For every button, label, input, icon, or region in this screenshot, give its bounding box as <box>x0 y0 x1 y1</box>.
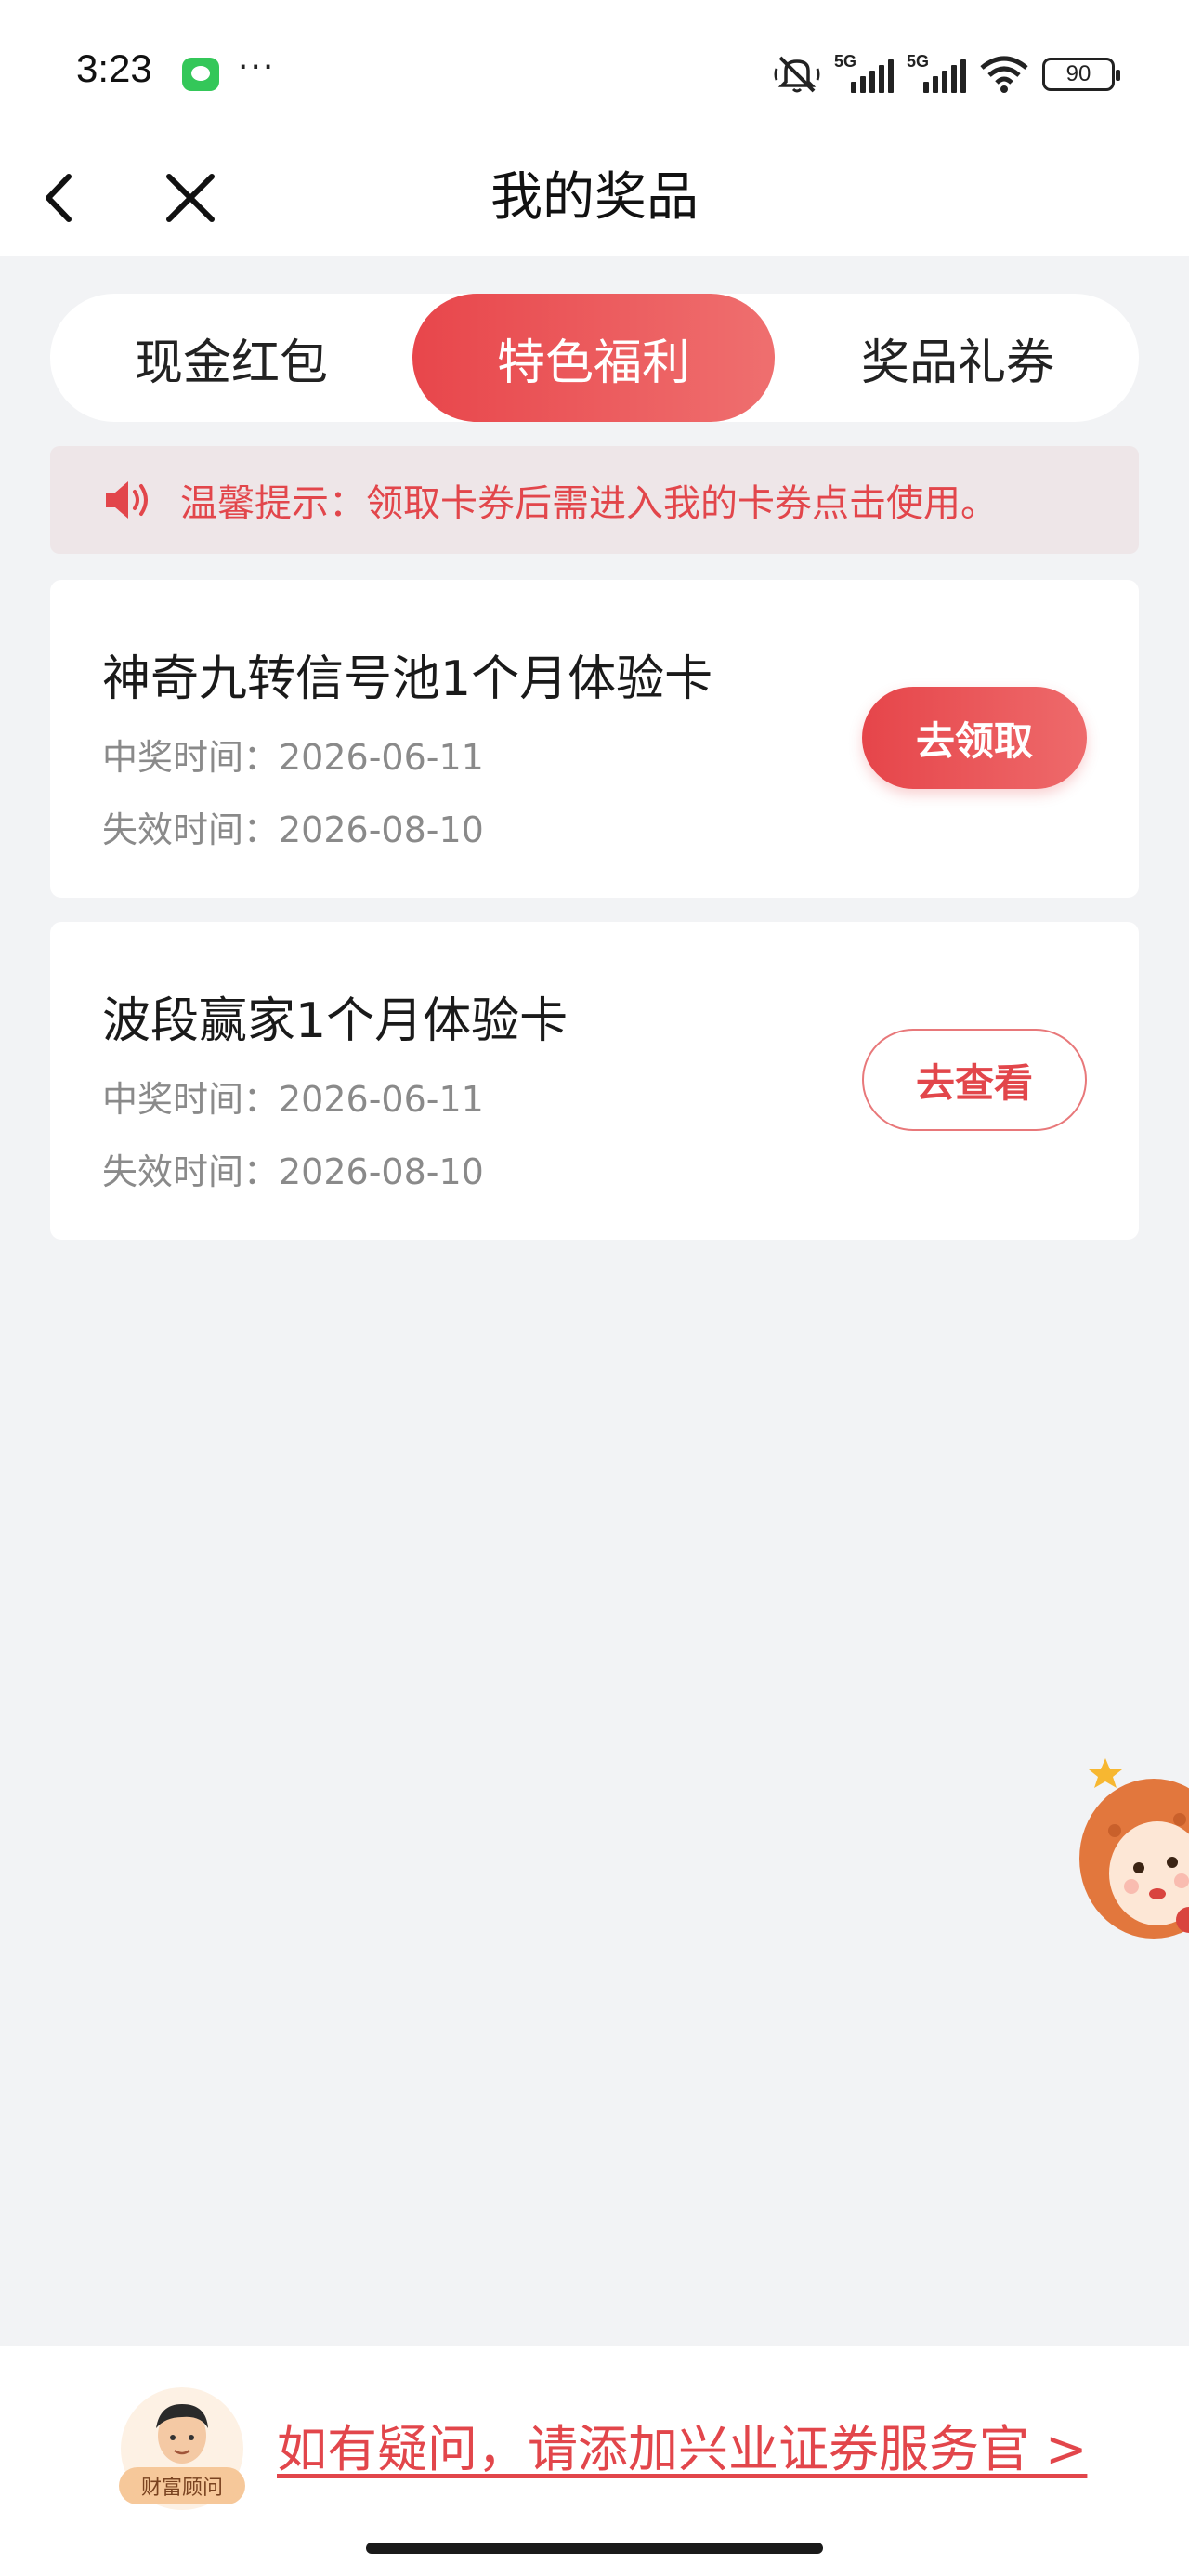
battery-indicator: 90 <box>1042 58 1120 91</box>
status-icons: 5G 5G 90 <box>773 48 1120 100</box>
prize-title: 神奇九转信号池1个月体验卡 <box>102 651 713 707</box>
cellular-signal-2-icon: 5G <box>907 52 966 93</box>
prize-card: 神奇九转信号池1个月体验卡 中奖时间：2026-06-11 失效时间：2026-… <box>50 580 1139 898</box>
contact-service-link[interactable]: 如有疑问，请添加兴业证券服务官 > <box>277 2408 1087 2481</box>
status-bar: 3:23 ··· 5G 5G 90 <box>0 0 1189 139</box>
view-button[interactable]: 去查看 <box>862 1029 1087 1131</box>
expire-time: 失效时间：2026-08-10 <box>102 1151 484 1192</box>
cellular-signal-1-icon: 5G <box>834 52 894 93</box>
notice-banner: 温馨提示：领取卡券后需进入我的卡券点击使用。 <box>50 446 1139 554</box>
notice-text: 温馨提示：领取卡券后需进入我的卡券点击使用。 <box>180 482 998 525</box>
close-icon <box>166 174 215 222</box>
tab-cash-red-packet[interactable]: 现金红包 <box>50 294 412 422</box>
message-app-icon <box>182 58 219 91</box>
close-button[interactable] <box>149 156 232 240</box>
back-button[interactable] <box>26 156 110 240</box>
win-time: 中奖时间：2026-06-11 <box>102 1079 484 1120</box>
prize-title: 波段赢家1个月体验卡 <box>102 993 568 1049</box>
mascot-float-icon[interactable] <box>1078 1756 1189 1961</box>
tab-special-benefits[interactable]: 特色福利 <box>412 294 775 422</box>
tab-prize-coupons[interactable]: 奖品礼券 <box>777 294 1139 422</box>
wifi-icon <box>980 56 1028 93</box>
nav-bar: 我的奖品 <box>0 139 1189 256</box>
speaker-icon <box>106 481 148 519</box>
win-time: 中奖时间：2026-06-11 <box>102 737 484 778</box>
expire-time: 失效时间：2026-08-10 <box>102 809 484 850</box>
claim-button[interactable]: 去领取 <box>862 687 1087 789</box>
prize-tabs: 现金红包 特色福利 奖品礼券 <box>50 294 1139 422</box>
prize-card: 波段赢家1个月体验卡 中奖时间：2026-06-11 失效时间：2026-08-… <box>50 922 1139 1240</box>
more-notifications-icon: ··· <box>238 48 276 86</box>
home-indicator[interactable] <box>366 2543 823 2554</box>
advisor-label: 财富顾问 <box>119 2467 245 2504</box>
footer-bar: 财富顾问 如有疑问，请添加兴业证券服务官 > <box>0 2346 1189 2576</box>
status-time: 3:23 <box>76 46 152 90</box>
mute-icon <box>774 56 820 93</box>
chevron-left-icon <box>46 174 72 222</box>
